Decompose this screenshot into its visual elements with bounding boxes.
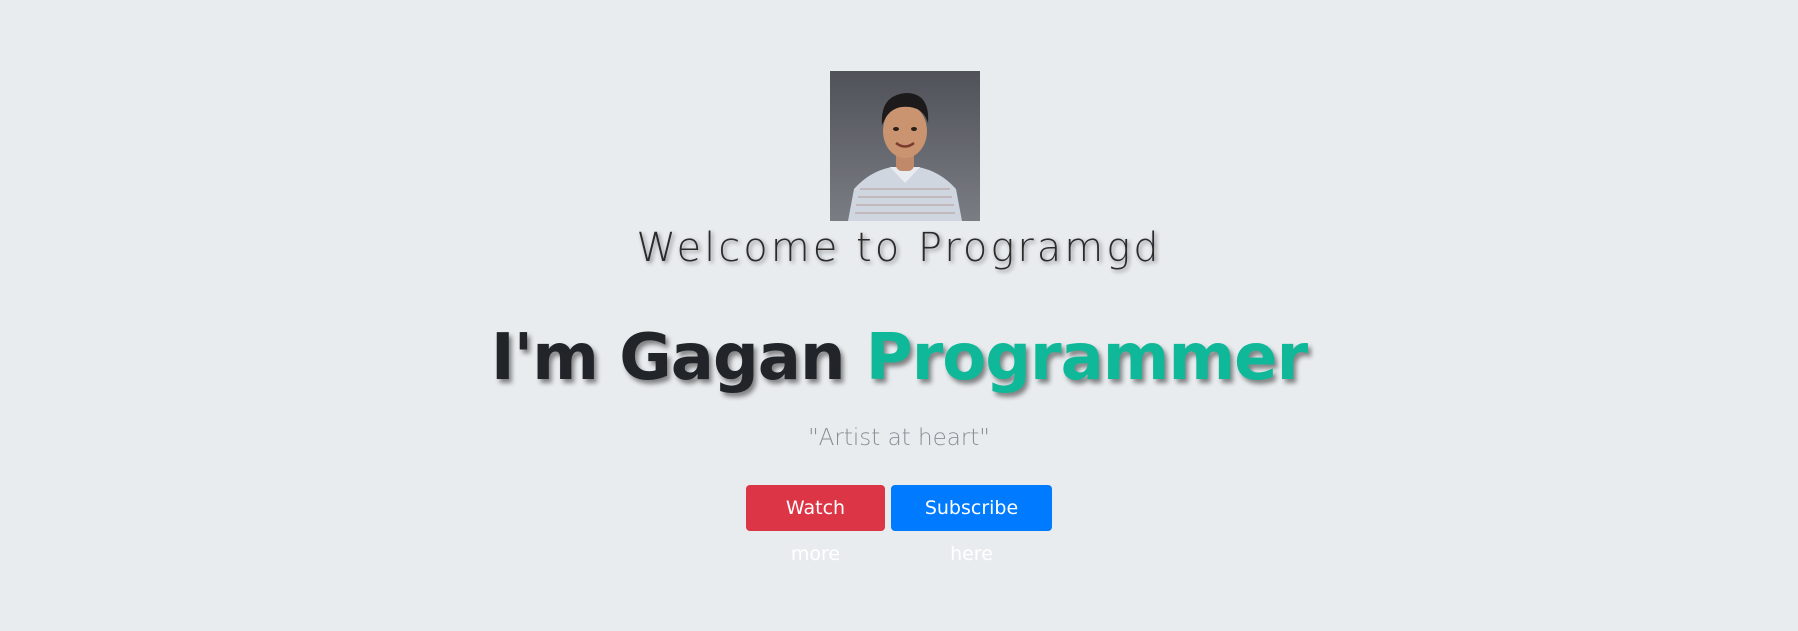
main-headline: I'm Gagan Programmer [0, 318, 1798, 398]
person-portrait-icon [830, 71, 980, 221]
hero-section: Welcome to Programgd I'm Gagan Programme… [0, 0, 1798, 631]
role-text: Programmer [865, 321, 1308, 395]
subscribe-button[interactable]: Subscribe here [891, 485, 1052, 565]
tagline-quote: "Artist at heart" [808, 425, 990, 451]
intro-text: I'm Gagan [490, 321, 846, 395]
action-buttons: Watch moreSubscribe here [0, 485, 1798, 565]
profile-photo [830, 71, 980, 221]
welcome-heading: Welcome to Programgd [636, 225, 1162, 271]
watch-more-button[interactable]: Watch more [746, 485, 885, 565]
